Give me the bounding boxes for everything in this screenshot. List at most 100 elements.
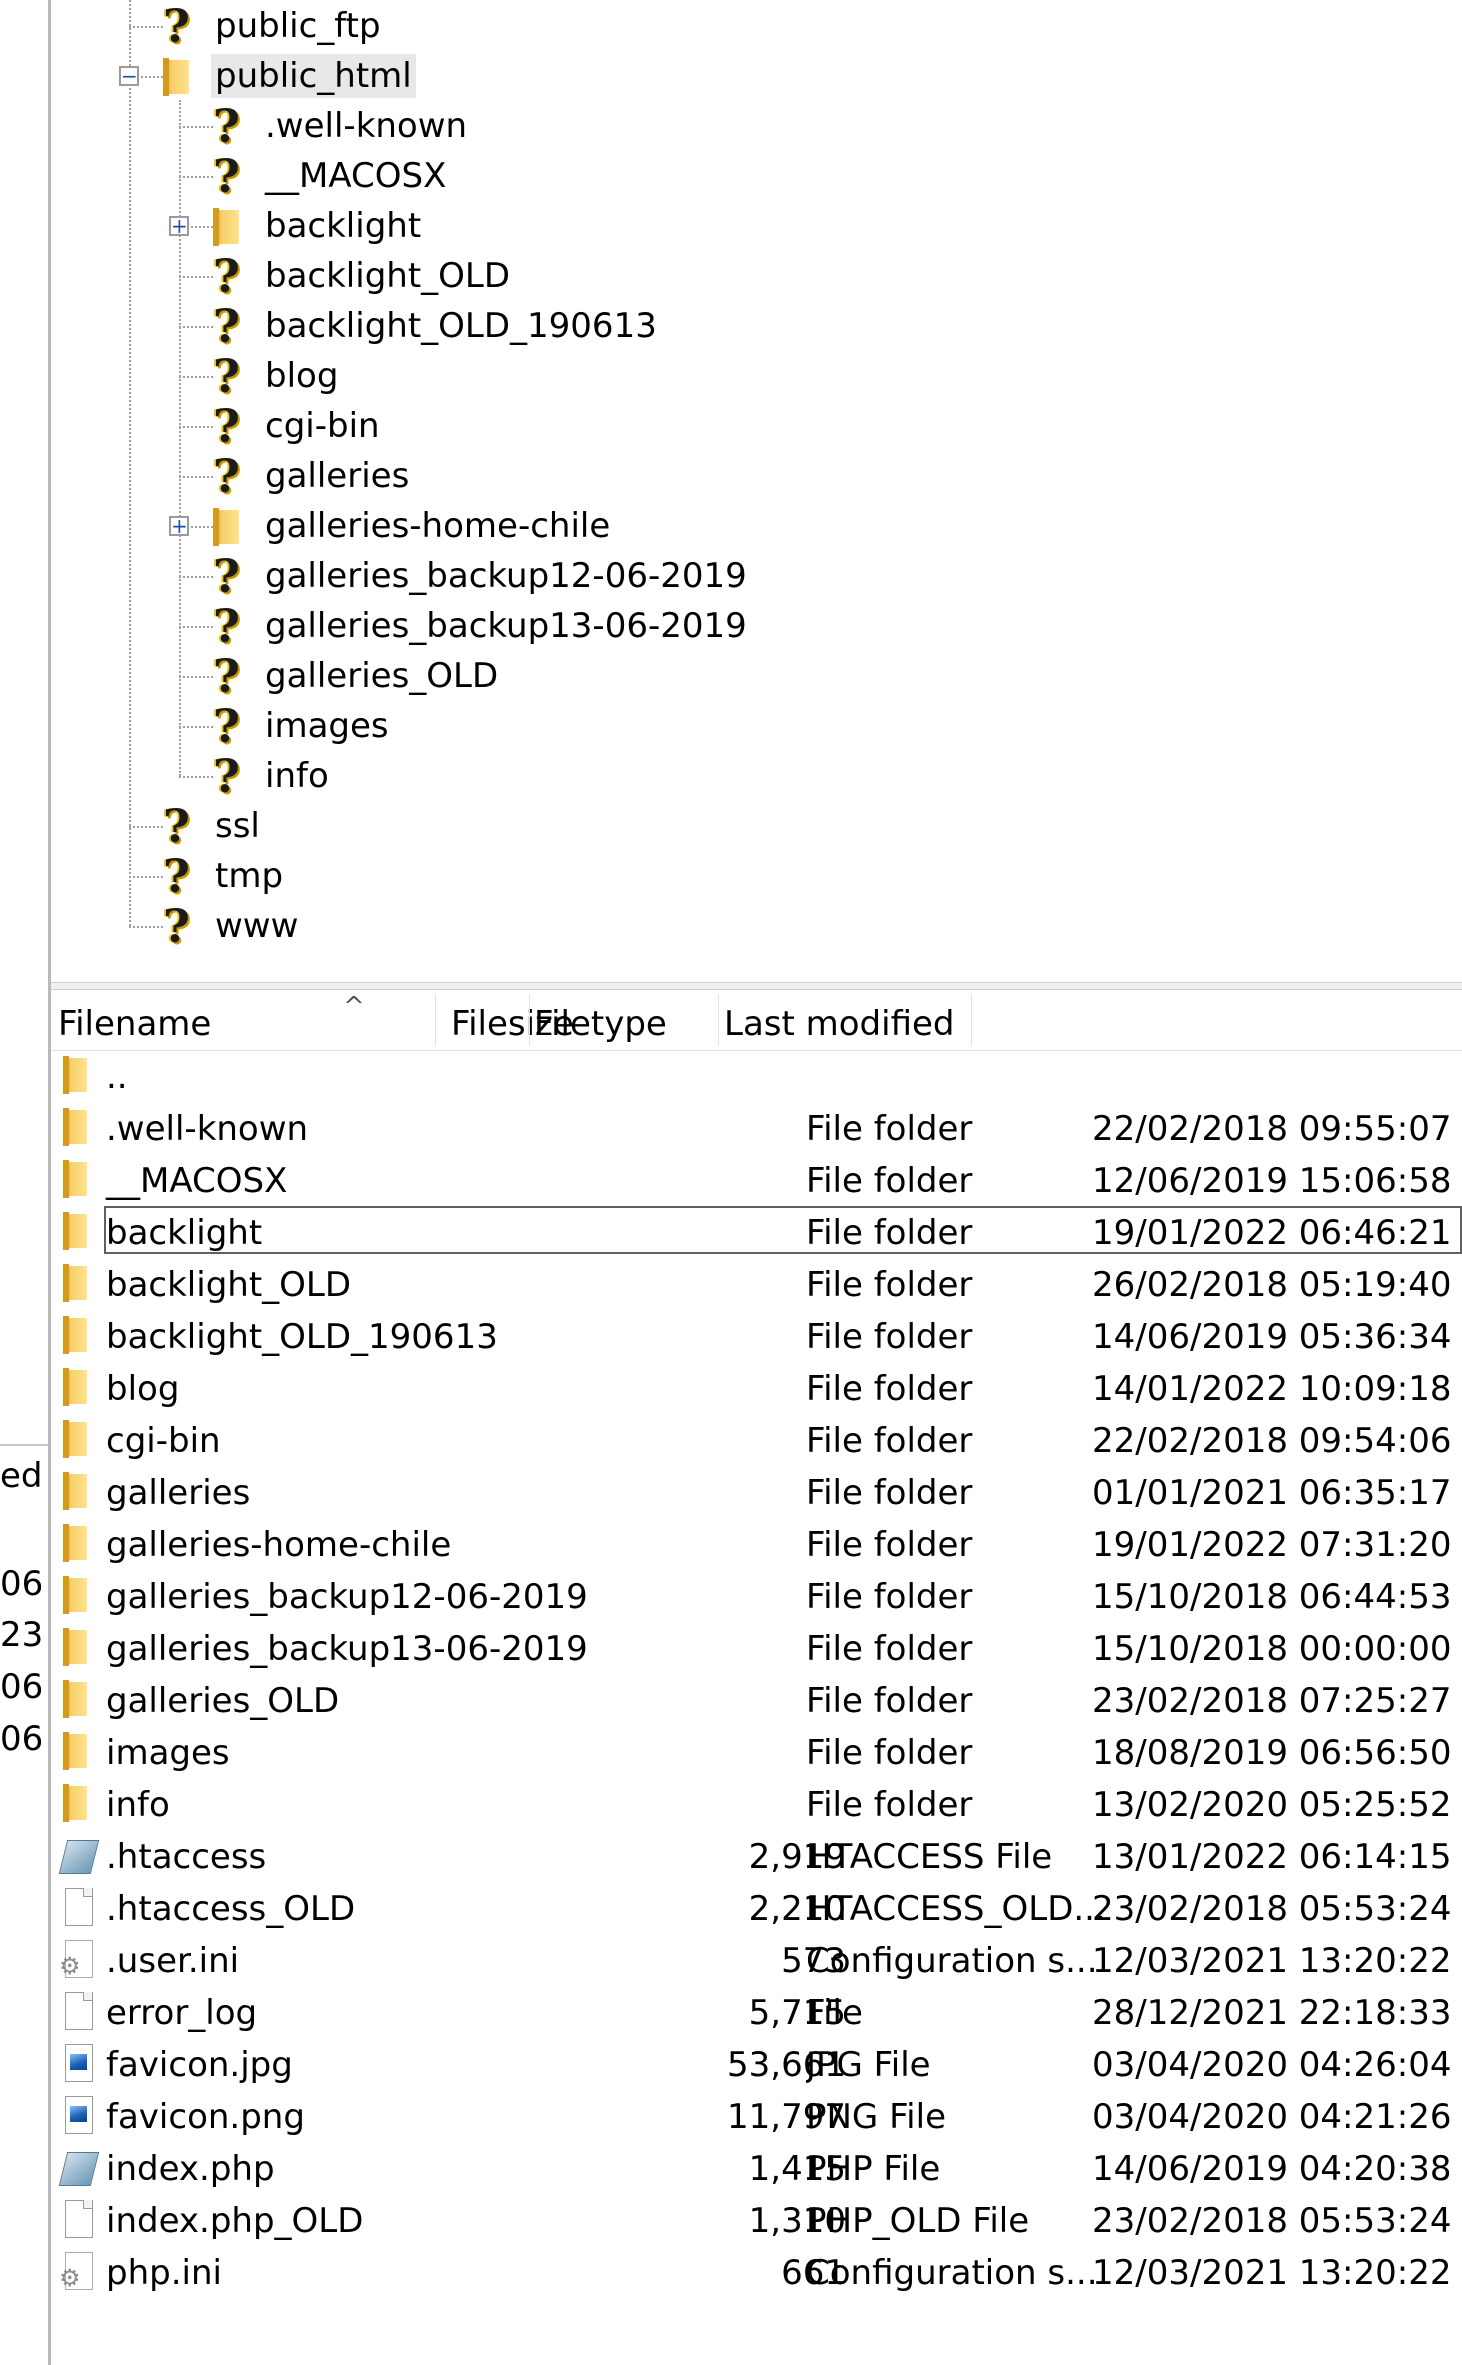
file-last-modified: 15/10/2018 06:44:53 <box>1092 1577 1452 1617</box>
file-row[interactable]: backlight_OLD_190613 File folder 14/06/201… <box>51 1310 1462 1362</box>
column-filetype[interactable]: Filetype <box>534 990 667 1050</box>
file-row[interactable]: cgi-bin File folder 22/02/2018 09:54:06 <box>51 1414 1462 1466</box>
file-last-modified: 12/03/2021 13:20:22 <box>1092 2253 1452 2293</box>
folder-icon <box>59 1314 93 1356</box>
file-last-modified: 28/12/2021 22:18:33 <box>1092 1993 1452 2033</box>
tree-guide-line <box>179 426 213 428</box>
tree-guide-line <box>129 826 163 828</box>
question-folder-icon: ? <box>213 649 240 703</box>
tree-item-label: galleries-home-chile <box>265 506 611 546</box>
column-last-modified[interactable]: Last modified <box>724 990 955 1050</box>
collapse-icon[interactable]: − <box>119 66 139 86</box>
tree-item[interactable]: ? cgi-bin <box>213 402 384 450</box>
file-row[interactable]: galleries File folder 01/01/2021 06:35:17 <box>51 1466 1462 1518</box>
file-name: info <box>106 1785 170 1825</box>
file-list-header: Filename ^ Filesize Filetype Last modifi… <box>51 990 1462 1051</box>
file-row[interactable]: backlight_OLD File folder 26/02/2018 05:19… <box>51 1258 1462 1310</box>
file-name: galleries-home-chile <box>106 1525 452 1565</box>
tree-item-label: public_html <box>211 54 416 98</box>
file-name: index.php <box>106 2149 275 2189</box>
tree-guide-line <box>179 776 213 778</box>
tree-item[interactable]: ? www <box>163 902 302 950</box>
question-folder-icon: ? <box>163 899 190 953</box>
tree-item[interactable]: ? galleries_backup12-06-2019 <box>213 552 751 600</box>
tree-item[interactable]: ? .well-known <box>213 102 471 150</box>
tree-item[interactable]: public_html <box>163 52 416 100</box>
tree-item-label: images <box>265 706 389 746</box>
file-row[interactable]: galleries_backup12-06-2019 File folder 15/… <box>51 1570 1462 1622</box>
local-pane-fragment: 06 <box>0 1564 44 1604</box>
column-separator[interactable] <box>718 994 719 1046</box>
file-row[interactable]: php.ini661Configuration s...12/03/2021 1… <box>51 2246 1462 2298</box>
file-row[interactable]: info File folder 13/02/2020 05:25:52 <box>51 1778 1462 1830</box>
tree-item[interactable]: ? public_ftp <box>163 2 385 50</box>
file-row[interactable]: .user.ini573Configuration s...12/03/2021… <box>51 1934 1462 1986</box>
local-pane-strip: ed 06 23 06 06 <box>0 0 51 2365</box>
file-row[interactable]: favicon.jpg 53,661 JPG File 03/04/2020 04:2… <box>51 2038 1462 2090</box>
tree-item[interactable]: galleries-home-chile <box>213 502 614 550</box>
file-last-modified: 12/06/2019 15:06:58 <box>1092 1161 1452 1201</box>
tree-item[interactable]: ? backlight_OLD_190613 <box>213 302 661 350</box>
file-row[interactable]: .htaccess 2,919 HTACCESS File 13/01/2022 06… <box>51 1830 1462 1882</box>
tree-item[interactable]: ? backlight_OLD <box>213 252 514 300</box>
tree-guide-line <box>179 726 213 728</box>
file-row[interactable]: blog File folder 14/01/2022 10:09:18 <box>51 1362 1462 1414</box>
folder-icon <box>59 1210 93 1252</box>
tree-item[interactable]: ? galleries <box>213 452 413 500</box>
file-row[interactable]: galleries_OLD File folder 23/02/2018 07:25… <box>51 1674 1462 1726</box>
file-name: backlight_OLD_190613 <box>106 1317 498 1357</box>
file-name: cgi-bin <box>106 1421 221 1461</box>
remote-file-list[interactable]: Filename ^ Filesize Filetype Last modifi… <box>51 990 1462 2365</box>
tree-item[interactable]: ? __MACOSX <box>213 152 450 200</box>
column-filename[interactable]: Filename <box>58 990 211 1050</box>
tree-item[interactable]: ? galleries_OLD <box>213 652 502 700</box>
folder-icon <box>59 1522 93 1564</box>
expand-icon[interactable]: + <box>169 516 189 536</box>
file-name: galleries_backup13-06-2019 <box>106 1629 588 1669</box>
column-separator[interactable] <box>529 994 530 1046</box>
file-name: favicon.png <box>106 2097 305 2137</box>
file-last-modified: 12/03/2021 13:20:22 <box>1092 1941 1452 1981</box>
file-name: .user.ini <box>106 1941 240 1981</box>
file-last-modified: 19/01/2022 06:46:21 <box>1092 1213 1452 1253</box>
file-row[interactable]: index.php_OLD 1,310 PHP_OLD File 23/02/2018… <box>51 2194 1462 2246</box>
expand-icon[interactable]: + <box>169 216 189 236</box>
tree-item[interactable]: ? ssl <box>163 802 264 850</box>
tree-guide-line <box>179 126 213 128</box>
tree-item-label: galleries_OLD <box>265 656 499 696</box>
file-name: galleries_OLD <box>106 1681 340 1721</box>
file-row[interactable]: .htaccess_OLD 2,210 HTACCESS_OLD... 23/02/2… <box>51 1882 1462 1934</box>
tree-item-label: backlight_OLD_190613 <box>265 306 657 346</box>
pane-splitter[interactable] <box>51 982 1462 990</box>
folder-icon <box>59 1730 93 1772</box>
tree-item[interactable]: ? blog <box>213 352 342 400</box>
tree-guide-line <box>179 276 213 278</box>
tree-guide-line <box>179 376 213 378</box>
file-row[interactable]: images File folder 18/08/2019 06:56:50 <box>51 1726 1462 1778</box>
tree-item[interactable]: ? info <box>213 752 333 800</box>
file-row[interactable]: galleries-home-chile File folder 19/01/202… <box>51 1518 1462 1570</box>
tree-item[interactable]: ? images <box>213 702 393 750</box>
file-row[interactable]: backlight File folder 19/01/2022 06:46:21 <box>51 1206 1462 1258</box>
file-row[interactable]: favicon.png 11,797 PNG File 03/04/2020 04:2… <box>51 2090 1462 2142</box>
file-row[interactable]: error_log 5,715 File 28/12/2021 22:18:33 <box>51 1986 1462 2038</box>
remote-directory-tree[interactable]: ? public_ftp − public_html? .well-known? __MA… <box>51 0 1462 982</box>
tree-item[interactable]: backlight <box>213 202 425 250</box>
file-last-modified: 15/10/2018 00:00:00 <box>1092 1629 1452 1669</box>
tree-guide-line <box>129 926 163 928</box>
column-separator[interactable] <box>971 994 972 1046</box>
file-last-modified: 23/02/2018 07:25:27 <box>1092 1681 1452 1721</box>
file-row[interactable]: galleries_backup13-06-2019 File folder 15/… <box>51 1622 1462 1674</box>
folder-icon <box>59 1158 93 1200</box>
file-row[interactable]: index.php 1,415 PHP File 14/06/2019 04:20:3… <box>51 2142 1462 2194</box>
file-row[interactable]: __MACOSX File folder 12/06/2019 15:06:58 <box>51 1154 1462 1206</box>
file-row[interactable]: .well-known File folder 22/02/2018 09:55:0… <box>51 1102 1462 1154</box>
column-separator[interactable] <box>435 994 436 1046</box>
tree-item[interactable]: ? tmp <box>163 852 287 900</box>
local-pane-fragment: 06 <box>0 1719 44 1759</box>
file-type <box>806 1050 1146 1102</box>
file-row[interactable]: .. <box>51 1050 1462 1102</box>
tree-item[interactable]: ? galleries_backup13-06-2019 <box>213 602 751 650</box>
folder-icon <box>59 1054 93 1096</box>
question-folder-icon: ? <box>213 549 240 603</box>
